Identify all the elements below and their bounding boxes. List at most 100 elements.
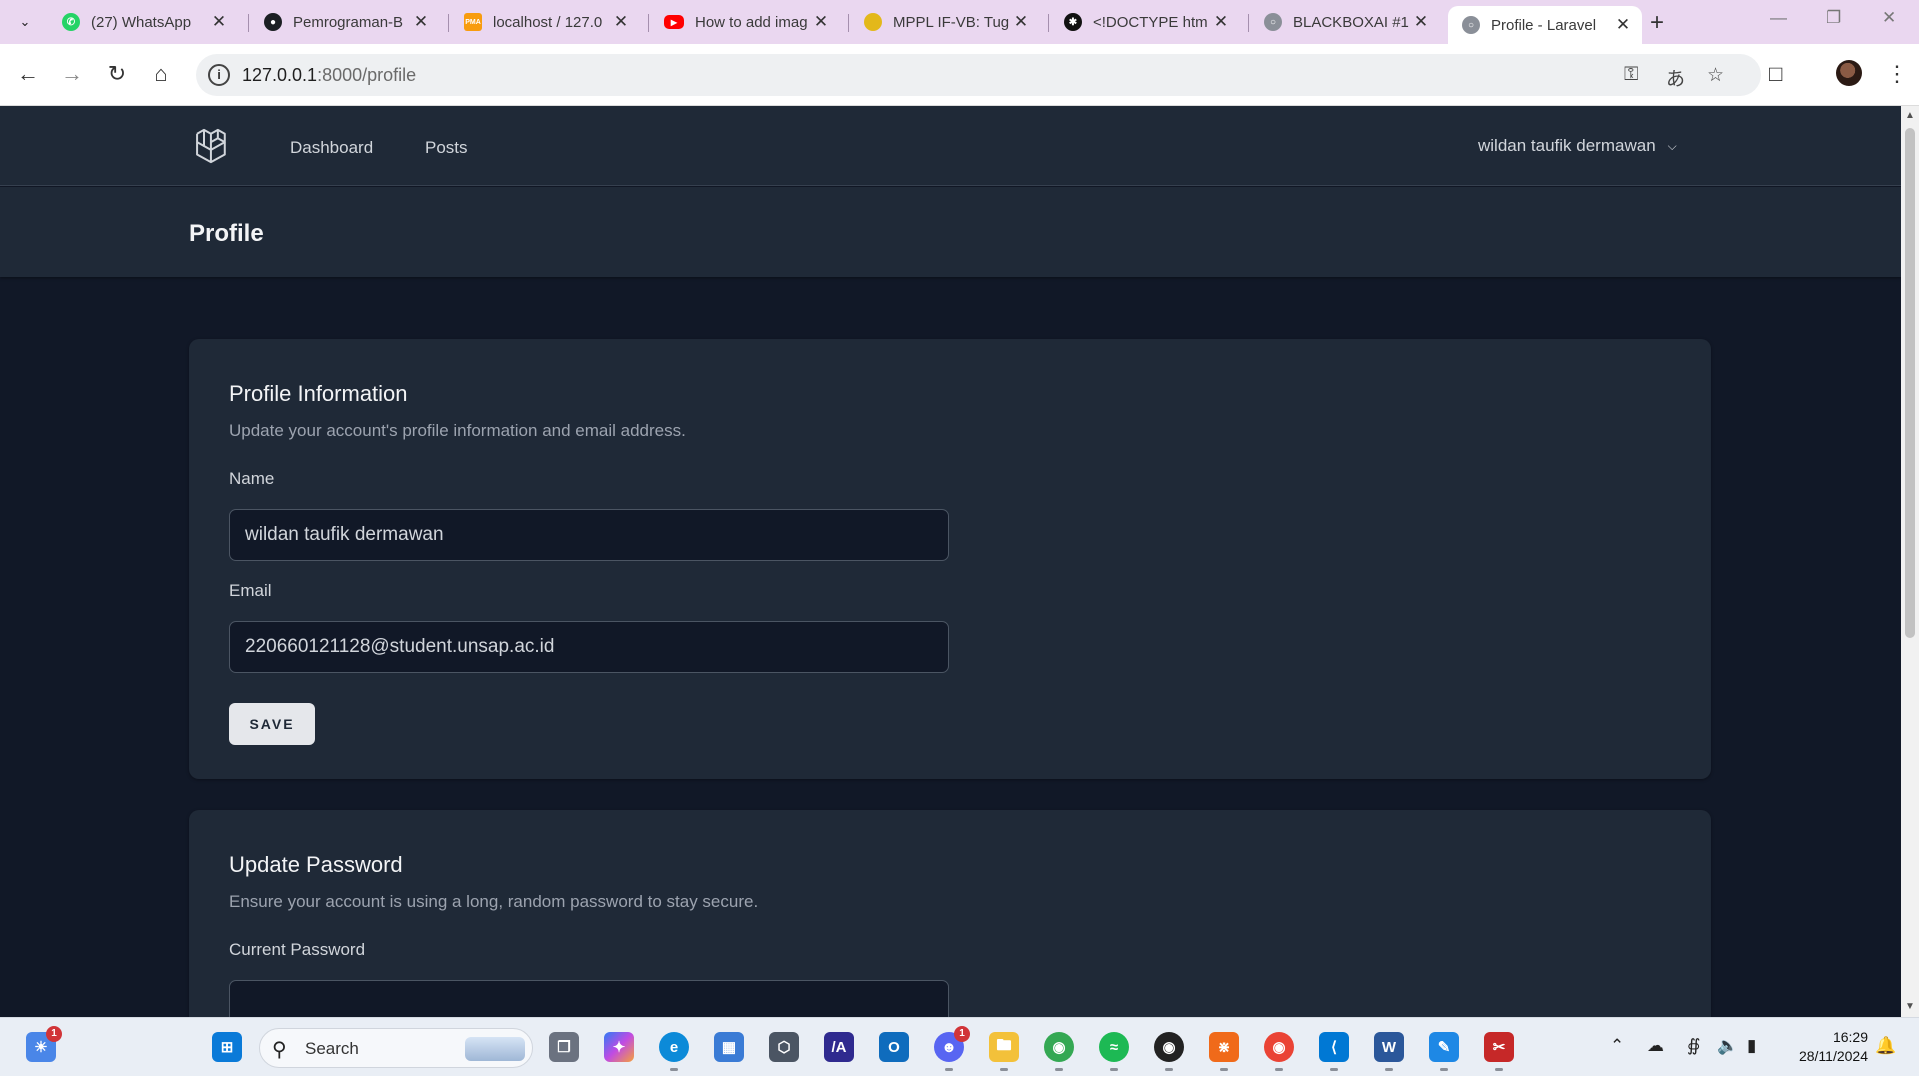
update-password-heading: Update Password xyxy=(229,852,403,877)
wifi-icon[interactable]: ∯ xyxy=(1687,1036,1700,1056)
ai-app-icon[interactable]: /A xyxy=(824,1032,854,1062)
tab-title: Profile - Laravel xyxy=(1491,16,1597,34)
scroll-down-icon[interactable]: ▼ xyxy=(1905,1001,1915,1012)
battery-icon[interactable]: ▮ xyxy=(1747,1036,1756,1056)
extensions-icon[interactable]: □ xyxy=(1769,61,1782,87)
minimize-icon[interactable]: — xyxy=(1770,8,1787,28)
translate-icon[interactable]: あ xyxy=(1666,64,1685,91)
home-icon[interactable]: ⌂ xyxy=(147,61,175,87)
back-icon[interactable]: ← xyxy=(14,61,42,87)
word-icon[interactable]: W xyxy=(1374,1032,1404,1071)
xampp-icon[interactable]: ⋇ xyxy=(1209,1032,1239,1071)
site-info-icon[interactable]: i xyxy=(208,64,230,86)
spotify-icon[interactable]: ≈ xyxy=(1099,1032,1129,1071)
close-icon[interactable]: ✕ xyxy=(612,12,630,32)
notification-bell-icon[interactable]: 🔔 xyxy=(1875,1036,1896,1056)
vscode-icon[interactable]: ⟨ xyxy=(1319,1032,1349,1071)
profile-information-heading: Profile Information xyxy=(229,381,408,406)
laravel-logo-icon[interactable] xyxy=(194,126,234,166)
bookmark-star-icon[interactable]: ☆ xyxy=(1707,64,1724,87)
tab-separator xyxy=(848,14,849,32)
password-key-icon[interactable]: ⚿ xyxy=(1624,64,1638,86)
tab-separator xyxy=(1248,14,1249,32)
widgets-icon[interactable]: ☀ 1 xyxy=(26,1026,62,1062)
microsoft-store-icon[interactable]: ▦ xyxy=(714,1032,744,1062)
tab-title: Pemrograman-B xyxy=(293,13,404,31)
email-label: Email xyxy=(229,581,272,600)
globe-icon: ○ xyxy=(1462,16,1480,34)
name-field[interactable]: wildan taufik dermawan xyxy=(229,509,949,561)
terminal-app-icon[interactable]: ⬡ xyxy=(769,1032,799,1062)
close-icon[interactable]: ✕ xyxy=(812,12,830,32)
chrome-profile-icon[interactable]: ◉ xyxy=(1264,1032,1294,1071)
volume-icon[interactable]: 🔈 xyxy=(1717,1036,1738,1056)
tab-phpmyadmin[interactable]: PMA localhost / 127.0 ✕ xyxy=(450,6,640,38)
outlook-icon[interactable]: O xyxy=(879,1032,909,1062)
discord-badge: 1 xyxy=(954,1026,970,1042)
chrome-icon[interactable]: ◉ xyxy=(1044,1032,1074,1071)
user-dropdown[interactable]: wildan taufik dermawan ⌵ xyxy=(1478,136,1677,156)
page-scrollbar[interactable]: ▲ ▼ xyxy=(1901,106,1919,1017)
current-password-field[interactable] xyxy=(229,980,949,1017)
tab-separator xyxy=(1048,14,1049,32)
window-close-icon[interactable]: ✕ xyxy=(1882,8,1896,28)
close-icon[interactable]: ✕ xyxy=(1012,12,1030,32)
page-header: Profile xyxy=(0,187,1901,277)
current-password-label: Current Password xyxy=(229,940,366,959)
tab-moodle[interactable]: MPPL IF-VB: Tug ✕ xyxy=(850,6,1040,38)
scroll-up-icon[interactable]: ▲ xyxy=(1905,110,1915,121)
tab-separator xyxy=(648,14,649,32)
widgets-badge: 1 xyxy=(46,1026,62,1042)
close-icon[interactable]: ✕ xyxy=(1212,12,1230,32)
tab-chatgpt[interactable]: ✱ <!DOCTYPE htm ✕ xyxy=(1050,6,1240,38)
email-field[interactable]: 220660121128@student.unsap.ac.id xyxy=(229,621,949,673)
close-icon[interactable]: ✕ xyxy=(210,12,228,32)
copilot-icon[interactable]: ✦ xyxy=(604,1032,634,1062)
file-explorer-icon[interactable]: 🖿 xyxy=(989,1032,1019,1071)
onedrive-cloud-icon[interactable]: ☁ xyxy=(1647,1036,1664,1056)
url-path: :8000/profile xyxy=(317,65,417,85)
browser-tab-strip: ⌄ ✆ (27) WhatsApp ✕ ● Pemrograman-B ✕ PM… xyxy=(0,0,1919,44)
save-button[interactable]: SAVE xyxy=(229,703,315,745)
chevron-down-icon: ⌵ xyxy=(1667,138,1677,153)
browser-menu-icon[interactable]: ⋮ xyxy=(1886,61,1908,87)
tab-title: BLACKBOXAI #1 xyxy=(1293,13,1409,31)
url-text[interactable]: 127.0.0.1:8000/profile xyxy=(242,65,416,86)
search-label: Search xyxy=(305,1039,359,1058)
close-icon[interactable]: ✕ xyxy=(1614,15,1632,35)
obs-icon[interactable]: ◉ xyxy=(1154,1032,1184,1071)
tab-search-chevron-icon[interactable]: ⌄ xyxy=(10,8,40,36)
reload-icon[interactable]: ↻ xyxy=(103,61,131,87)
tab-title: localhost / 127.0 xyxy=(493,13,603,31)
tab-whatsapp[interactable]: ✆ (27) WhatsApp ✕ xyxy=(48,6,238,38)
show-hidden-icons-chevron-icon[interactable]: ⌃ xyxy=(1610,1036,1624,1056)
tab-profile-laravel[interactable]: ○ Profile - Laravel ✕ xyxy=(1448,6,1642,44)
youtube-icon: ▶ xyxy=(664,15,684,29)
restore-icon[interactable]: ❐ xyxy=(1826,8,1841,28)
tab-title: <!DOCTYPE htm xyxy=(1093,13,1208,31)
phpmyadmin-icon: PMA xyxy=(464,13,482,31)
tab-blackboxai[interactable]: ○ BLACKBOXAI #1 ✕ xyxy=(1250,6,1440,38)
tab-youtube[interactable]: ▶ How to add imag ✕ xyxy=(650,6,840,38)
task-view-icon[interactable]: ❐ xyxy=(549,1032,579,1062)
snipping-tool-icon[interactable]: ✂ xyxy=(1484,1032,1514,1071)
system-clock[interactable]: 16:29 28/11/2024 xyxy=(1788,1028,1868,1066)
scrollbar-thumb[interactable] xyxy=(1905,128,1915,638)
profile-avatar[interactable] xyxy=(1836,60,1862,86)
discord-icon[interactable]: ☻ 1 xyxy=(934,1026,970,1071)
forward-icon[interactable]: → xyxy=(58,61,86,87)
photos-editor-icon[interactable]: ✎ xyxy=(1429,1032,1459,1071)
windows-start-icon[interactable]: ⊞ xyxy=(212,1032,242,1062)
taskbar-search[interactable]: ⚲ Search xyxy=(259,1028,533,1068)
whatsapp-icon: ✆ xyxy=(62,13,80,31)
close-icon[interactable]: ✕ xyxy=(412,12,430,32)
nav-link-dashboard[interactable]: Dashboard xyxy=(290,138,373,158)
edge-icon[interactable]: e xyxy=(659,1032,689,1071)
nav-link-posts[interactable]: Posts xyxy=(425,138,468,158)
tab-github[interactable]: ● Pemrograman-B ✕ xyxy=(250,6,440,38)
new-tab-button[interactable]: + xyxy=(1650,9,1664,37)
moodle-icon xyxy=(864,13,882,31)
tab-title: (27) WhatsApp xyxy=(91,13,192,31)
close-icon[interactable]: ✕ xyxy=(1412,12,1430,32)
address-bar[interactable]: i 127.0.0.1:8000/profile ⚿ あ ☆ xyxy=(196,54,1761,96)
